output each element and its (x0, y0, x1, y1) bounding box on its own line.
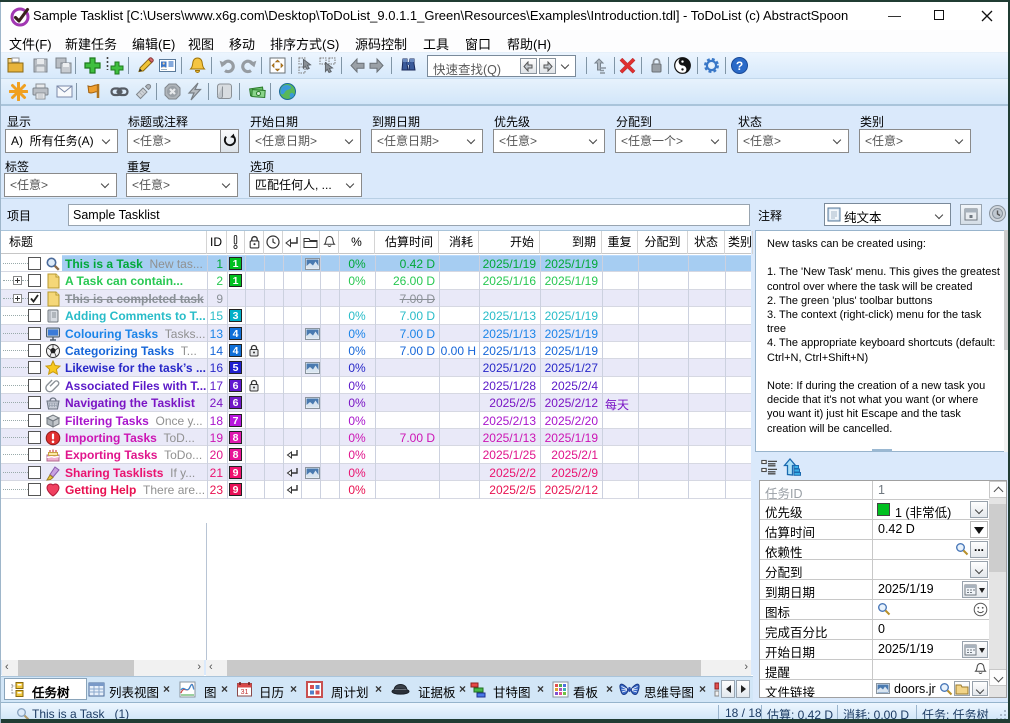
svg-text:?: ? (736, 59, 743, 73)
svg-text:31: 31 (241, 689, 249, 696)
